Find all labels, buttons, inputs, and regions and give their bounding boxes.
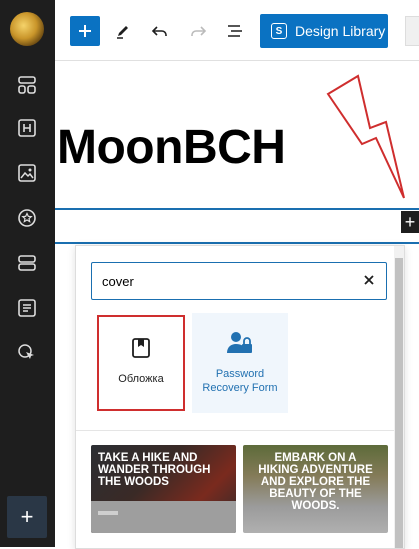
- block-inserter-button[interactable]: +: [401, 211, 419, 233]
- scrollbar[interactable]: [394, 246, 404, 548]
- undo-button[interactable]: [147, 18, 173, 44]
- block-search-input[interactable]: [102, 272, 342, 290]
- block-item-cover[interactable]: Обложка: [97, 315, 185, 411]
- block-inserter-toggle-button[interactable]: [70, 16, 100, 46]
- clear-search-button[interactable]: [360, 271, 378, 289]
- pattern-footer: [91, 501, 236, 533]
- close-icon: [364, 275, 374, 285]
- redo-button[interactable]: [185, 18, 211, 44]
- annotation-arrow-icon: [326, 74, 405, 199]
- plus-icon: [79, 25, 91, 37]
- toolbar-overflow-button[interactable]: [405, 16, 419, 46]
- pen-icon: [117, 26, 128, 39]
- document-overview-button[interactable]: [222, 18, 248, 44]
- sidebar-add-label: +: [20, 504, 34, 529]
- star-icon[interactable]: [14, 205, 40, 231]
- sections-icon[interactable]: [14, 250, 40, 276]
- heading-icon[interactable]: [14, 115, 40, 141]
- block-label: Обложка: [118, 373, 164, 385]
- divider: [76, 430, 404, 431]
- block-label: Password Recovery Form: [202, 368, 278, 394]
- image-icon[interactable]: [14, 160, 40, 186]
- block-search-box: [91, 262, 387, 300]
- layout-icon[interactable]: [14, 72, 40, 98]
- block-item-password-recovery-form[interactable]: Password Recovery Form: [192, 313, 288, 413]
- site-logo[interactable]: [10, 12, 44, 46]
- cover-icon: [132, 338, 150, 358]
- cursor-click-icon[interactable]: [14, 340, 40, 366]
- left-sidebar: +: [0, 0, 55, 547]
- design-library-button[interactable]: S Design Library: [260, 14, 388, 48]
- design-library-logo-icon: S: [271, 23, 287, 39]
- editor-toolbar: S Design Library: [55, 0, 419, 61]
- pen-tool-button[interactable]: [110, 18, 136, 44]
- pattern-heading: EMBARK ON A HIKING ADVENTURE AND EXPLORE…: [258, 452, 373, 512]
- page-title[interactable]: MoonBCH: [57, 120, 286, 175]
- design-library-label: Design Library: [295, 23, 386, 39]
- redo-icon: [191, 26, 207, 36]
- pattern-heading: TAKE A HIKE AND WANDER THROUGH THE WOODS: [98, 452, 211, 488]
- list-view-icon: [228, 25, 242, 37]
- scrollbar-thumb[interactable]: [395, 258, 403, 548]
- pattern-button: [98, 511, 118, 515]
- block-inserter-popover: Обложка Password Recovery Form TAKE A HI…: [75, 245, 405, 549]
- sidebar-add-button[interactable]: +: [7, 496, 47, 538]
- form-icon[interactable]: [14, 295, 40, 321]
- undo-icon: [151, 26, 167, 36]
- pattern-preview[interactable]: EMBARK ON A HIKING ADVENTURE AND EXPLORE…: [243, 445, 388, 533]
- selected-empty-block[interactable]: [55, 208, 419, 244]
- pattern-preview[interactable]: TAKE A HIKE AND WANDER THROUGH THE WOODS: [91, 445, 236, 533]
- user-lock-icon: [227, 332, 252, 353]
- plus-label: +: [404, 211, 416, 232]
